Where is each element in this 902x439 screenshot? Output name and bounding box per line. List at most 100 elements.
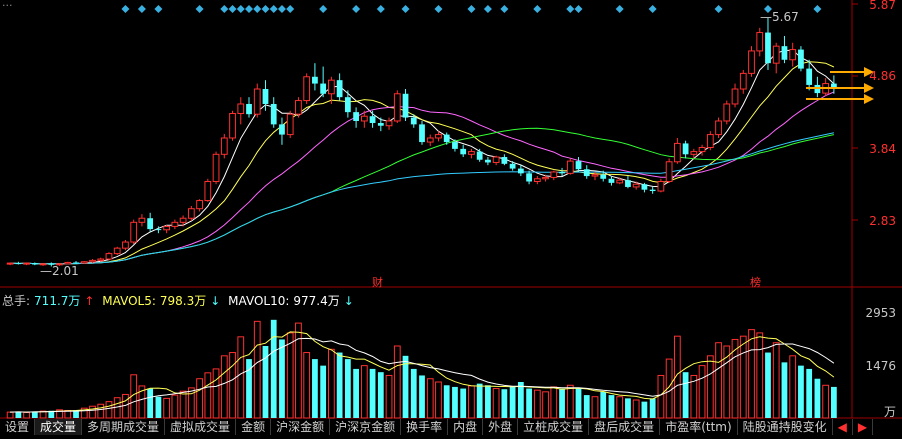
- candle-body-up: [113, 247, 121, 255]
- high-price-label: —5.67: [760, 10, 799, 24]
- tab-pe-ttm[interactable]: 市盈率(ttm): [660, 419, 738, 435]
- tab-volume[interactable]: 成交量: [35, 419, 83, 435]
- volume-bar-up: [23, 411, 30, 419]
- candle-body-down: [410, 117, 417, 125]
- volume-bar-up: [616, 396, 624, 419]
- volume-bar-up: [179, 390, 187, 419]
- candle-body-up: [739, 72, 747, 90]
- candle-body-up: [97, 258, 105, 261]
- event-diamond-icon: [154, 5, 163, 13]
- volume-bar-down: [270, 319, 277, 418]
- event-diamond-icon: [467, 5, 476, 13]
- event-diamond-icon: [483, 5, 492, 13]
- candle-body-up: [328, 79, 335, 95]
- tab-hs-amount[interactable]: 沪深金额: [271, 419, 331, 435]
- event-diamond-icon: [253, 5, 262, 13]
- volume-bar-up: [698, 365, 706, 419]
- candle-body-up: [690, 151, 698, 155]
- candle-body-up: [492, 156, 500, 163]
- tab-turnover[interactable]: 换手率: [401, 419, 449, 435]
- tab-settings[interactable]: 设置: [0, 419, 36, 435]
- volume-bar-up: [171, 394, 179, 419]
- candle-body-down: [781, 46, 788, 60]
- candle-body-down: [419, 124, 425, 143]
- volume-bar-down: [460, 388, 467, 418]
- volume-bar-up: [229, 352, 236, 419]
- tab-multi-period-volume[interactable]: 多周期成交量: [82, 419, 166, 435]
- candle-body-up: [756, 32, 764, 52]
- stock-title-truncated: ...: [2, 0, 13, 9]
- candle-body-down: [452, 142, 458, 149]
- volume-bar-down: [682, 372, 689, 418]
- indicator-tab-bar: 设置 成交量 多周期成交量 虚拟成交量 金额 沪深金额 沪深京金额 换手率 内盘…: [0, 419, 902, 435]
- candle-body-down: [402, 93, 409, 118]
- candle-body-up: [163, 225, 171, 231]
- chart-canvas[interactable]: [0, 0, 902, 435]
- volume-bar-down: [402, 355, 409, 418]
- candle-body-up: [385, 120, 393, 127]
- event-diamond-icon: [376, 5, 385, 13]
- volume-bar-down: [575, 388, 582, 418]
- candle-body-down: [625, 180, 631, 187]
- tab-outer-volume[interactable]: 外盘: [483, 419, 519, 435]
- volume-bar-up: [105, 401, 113, 419]
- candle-body-down: [15, 263, 22, 265]
- tab-hsj-amount[interactable]: 沪深京金额: [330, 419, 402, 435]
- volume-bar-up: [89, 405, 96, 419]
- volume-bar-up: [360, 365, 368, 419]
- event-diamond-icon: [500, 5, 509, 13]
- price-level-arrow-head-icon: [864, 94, 874, 104]
- volume-bar-down: [641, 401, 648, 418]
- volume-bar-up: [237, 336, 245, 419]
- tab-amount[interactable]: 金额: [236, 419, 272, 435]
- candle-body-down: [526, 173, 532, 182]
- dragon-tiger-list-marker[interactable]: 榜: [750, 274, 761, 290]
- volume-bar-up: [657, 374, 665, 419]
- volume-bar-down: [583, 395, 590, 418]
- candle-body-down: [600, 174, 607, 179]
- candle-body-up: [220, 137, 228, 155]
- kline-chart-stage: [0, 0, 902, 435]
- candle-body-down: [559, 171, 565, 174]
- finance-event-marker[interactable]: 财: [372, 274, 383, 290]
- high-dash: —: [760, 10, 772, 24]
- candle-body-up: [187, 208, 195, 219]
- volume-bar-up: [212, 368, 220, 419]
- volume-bar-up: [163, 397, 171, 419]
- tab-scroll-right-icon[interactable]: ▶: [853, 419, 874, 435]
- volume-bar-down: [443, 385, 450, 418]
- candle-body-up: [435, 134, 442, 139]
- volume-bar-down: [476, 383, 483, 418]
- candle-body-down: [575, 161, 582, 170]
- volume-bar-down: [344, 359, 351, 418]
- volume-bar-down: [781, 362, 788, 418]
- volume-bar-down: [419, 375, 425, 418]
- candle-body-down: [443, 134, 450, 143]
- volume-bar-down: [509, 386, 516, 418]
- volume-bar-up: [822, 384, 830, 419]
- volume-unit: 万: [883, 405, 896, 419]
- total-volume-arrow: ↑: [84, 294, 95, 308]
- mavol10-value: 977.4万: [293, 294, 340, 308]
- mavol5-label: MAVOL5:: [102, 294, 156, 308]
- tab-after-hours-volume[interactable]: 盘后成交量: [589, 419, 661, 435]
- event-diamond-icon: [319, 5, 328, 13]
- event-diamond-icon: [533, 5, 542, 13]
- volume-bar-up: [385, 374, 393, 419]
- volume-bar-down: [526, 388, 532, 418]
- event-diamond-icon: [813, 5, 822, 13]
- volume-bar-up: [748, 329, 755, 419]
- volume-bar-up: [772, 342, 780, 419]
- candle-body-down: [31, 263, 38, 265]
- tab-pile-volume[interactable]: 立桩成交量: [518, 419, 590, 435]
- high-value: 5.67: [772, 10, 799, 24]
- event-diamond-icon: [401, 5, 410, 13]
- tab-northbound-holding[interactable]: 陆股通持股变化: [738, 419, 833, 435]
- candle-body-down: [369, 116, 376, 124]
- tab-virtual-volume[interactable]: 虚拟成交量: [165, 419, 237, 435]
- event-diamond-icon: [714, 5, 723, 13]
- tab-scroll-left-icon[interactable]: ◀: [833, 419, 853, 435]
- candle-body-up: [105, 253, 113, 260]
- volume-bar-down: [600, 391, 607, 418]
- tab-inner-volume[interactable]: 内盘: [448, 419, 484, 435]
